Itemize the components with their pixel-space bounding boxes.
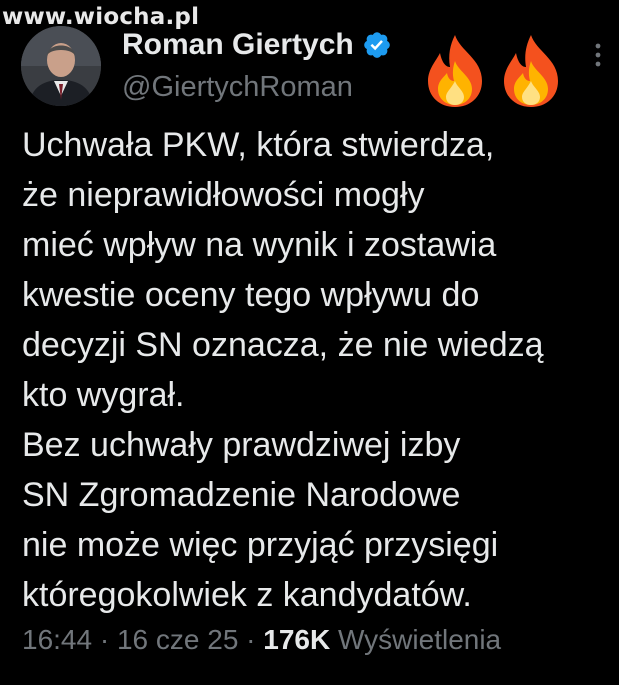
fire-icon: [420, 33, 490, 109]
tweet-text-line: Bez uchwały prawdziwej izby: [22, 426, 461, 464]
views-label: Wyświetlenia: [338, 624, 502, 655]
portrait-avatar-icon: [21, 26, 101, 106]
tweet-text-line: kwestie oceny tego wpływu do: [22, 276, 480, 314]
tweet-text-line: kto wygrał.: [22, 376, 185, 414]
author-handle[interactable]: @GiertychRoman: [122, 70, 353, 104]
tweet-time[interactable]: 16:44: [22, 624, 92, 655]
tweet-text-line: że nieprawidłowości mogły: [22, 176, 425, 214]
fire-icon: [496, 33, 566, 109]
tweet-text-line: nie może więc przyjąć przysięgi: [22, 526, 499, 564]
tweet-text-line: SN Zgromadzenie Narodowe: [22, 476, 461, 514]
tweet-text-line: mieć wpływ na wynik i zostawia: [22, 226, 497, 264]
meta-separator: ·: [238, 624, 264, 655]
author-name-row: Roman Giertych: [122, 27, 392, 63]
more-options-icon[interactable]: [592, 40, 604, 70]
meta-separator: ·: [92, 624, 117, 655]
tweet-text-line: któregokolwiek z kandydatów.: [22, 576, 472, 614]
tweet-date[interactable]: 16 cze 25: [117, 624, 238, 655]
views-count: 176K: [263, 624, 331, 655]
author-avatar[interactable]: [21, 26, 101, 106]
tweet-text-line: Uchwała PKW, która stwierdza,: [22, 126, 495, 164]
tweet-text-line: decyzji SN oznacza, że nie wiedzą: [22, 326, 544, 364]
tweet-text: Uchwała PKW, która stwierdza, że niepraw…: [22, 120, 612, 620]
author-display-name[interactable]: Roman Giertych: [122, 27, 354, 63]
tweet-meta: 16:44 · 16 cze 25 · 176K Wyświetlenia: [22, 620, 501, 660]
verified-badge-icon: [362, 30, 392, 60]
